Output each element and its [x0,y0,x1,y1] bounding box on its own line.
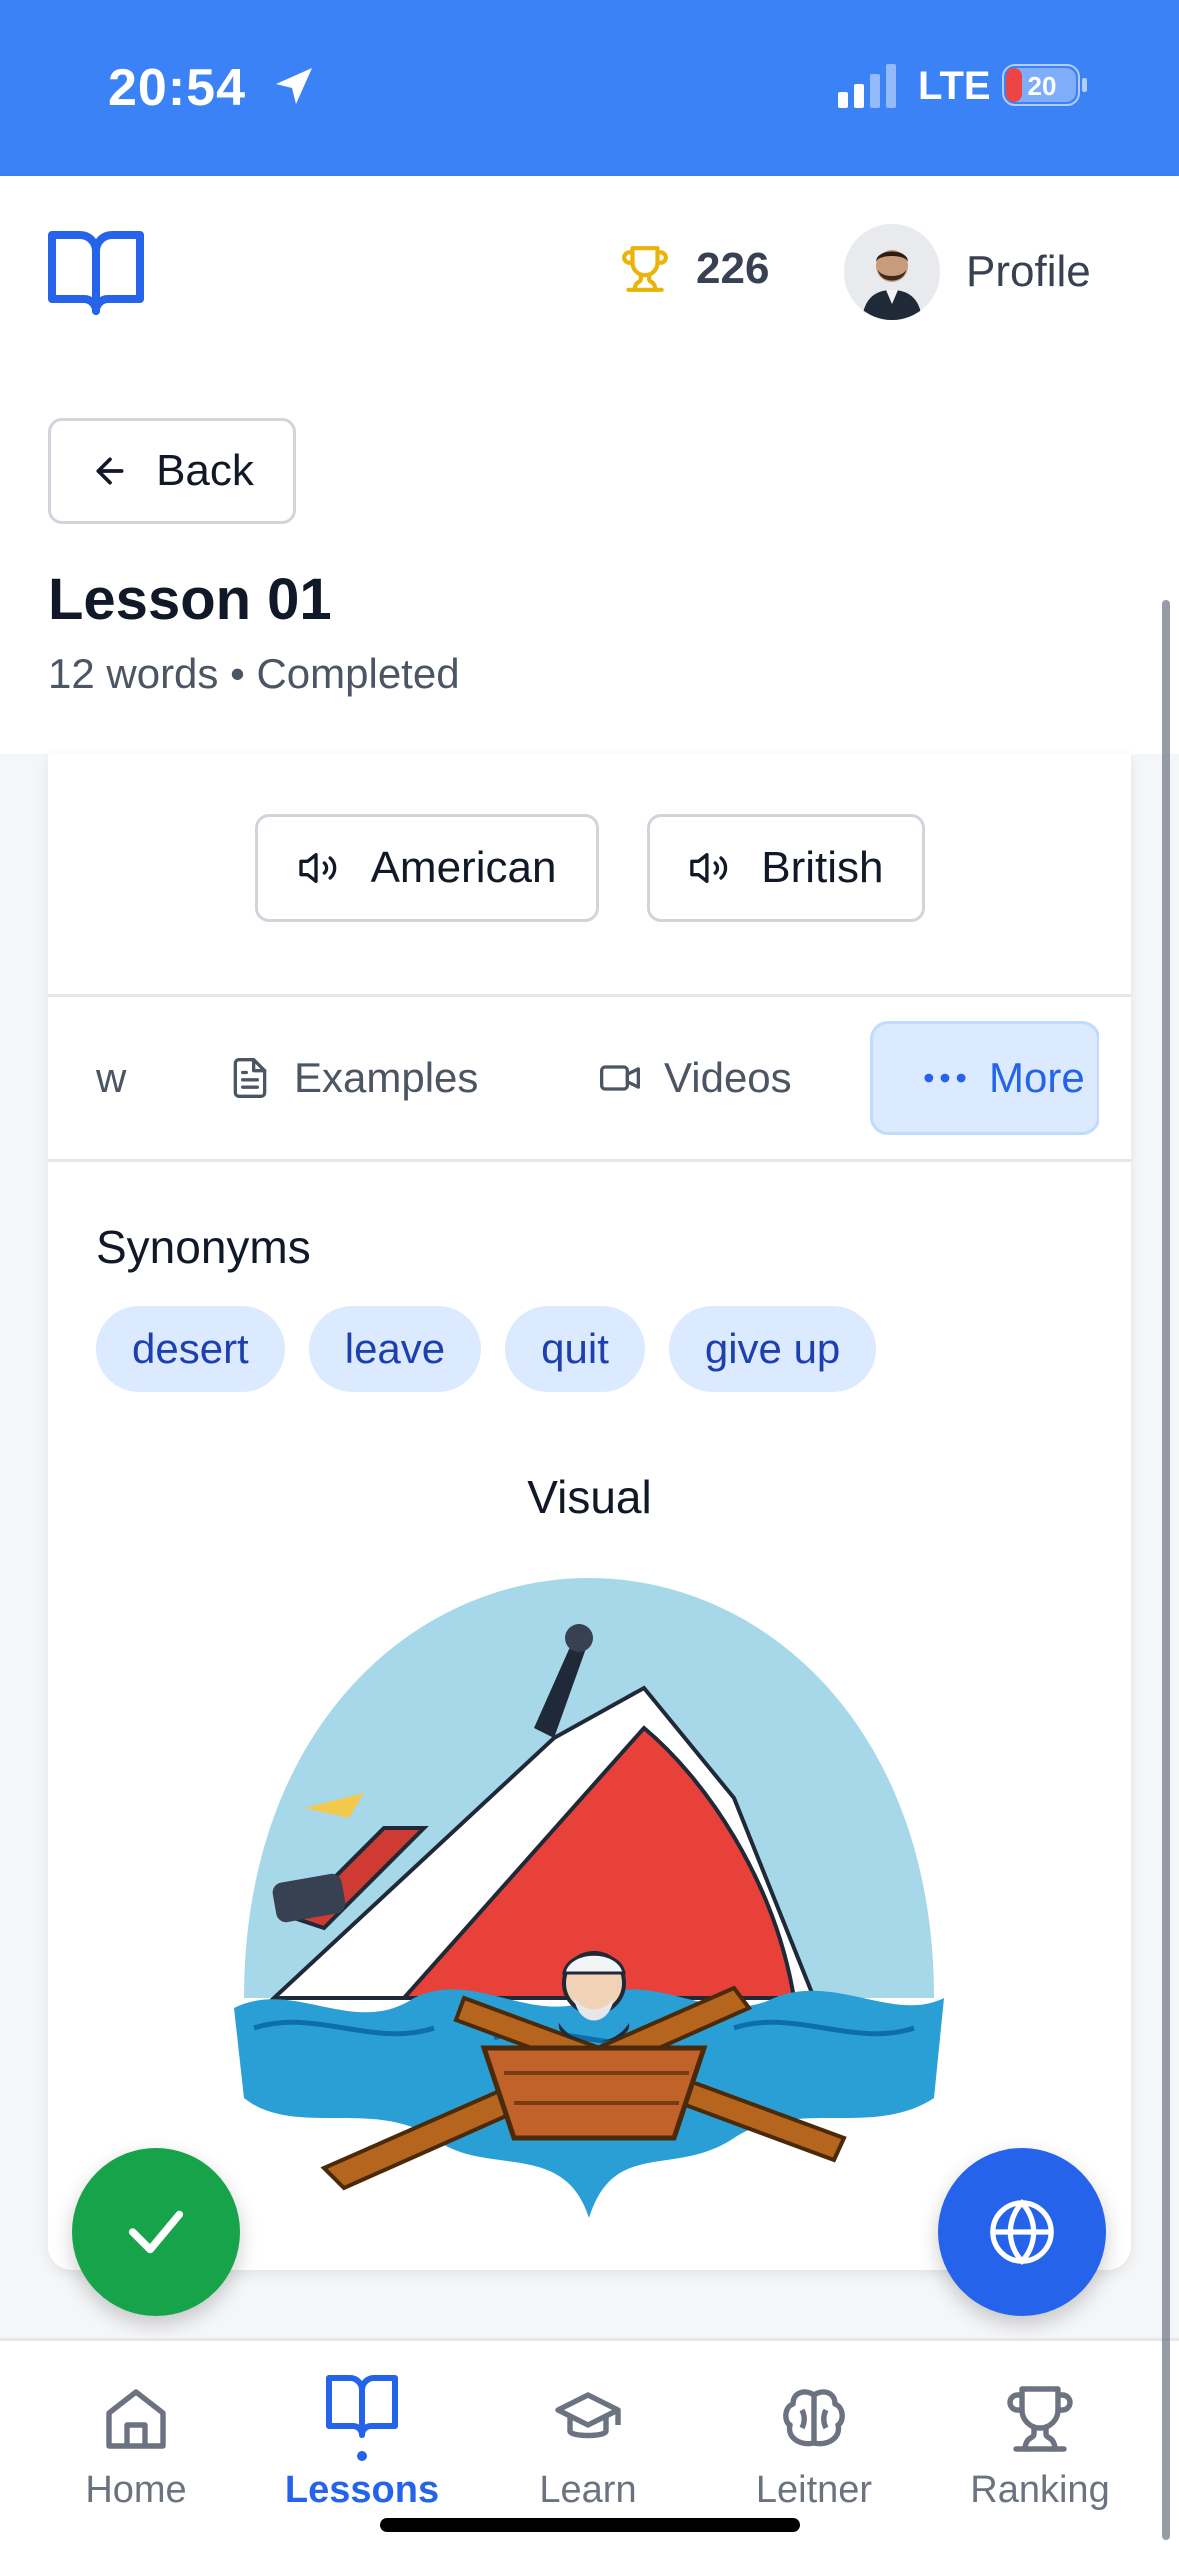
synonym-chip[interactable]: desert [96,1306,285,1392]
home-indicator[interactable] [380,2518,800,2532]
tab-videos-label: Videos [664,1054,792,1101]
tab-more[interactable]: More [870,1021,1100,1135]
nav-ranking[interactable]: Ranking [940,2383,1140,2512]
avatar-image [844,224,940,320]
british-audio-button[interactable]: British [646,814,925,922]
british-label: British [761,843,884,892]
word-card: American British w Examples Videos More [48,754,1131,2270]
synonyms-title: Synonyms [96,1221,311,1273]
mark-complete-button[interactable] [72,2148,240,2316]
trophy-icon [622,246,668,292]
score-value: 226 [696,244,770,293]
nav-home-label: Home [85,2469,187,2511]
speaker-icon [298,853,336,883]
more-dots-icon [924,1073,966,1083]
back-label: Back [156,446,254,495]
tab-examples-label: Examples [294,1054,479,1101]
tab-videos[interactable]: Videos [598,997,792,1159]
american-audio-button[interactable]: American [254,814,599,922]
language-button[interactable] [938,2148,1106,2316]
nav-lessons-label: Lessons [284,2469,440,2511]
american-label: American [370,843,557,892]
synonym-chip[interactable]: quit [505,1306,645,1392]
profile-button[interactable]: Profile [844,224,1091,320]
profile-label: Profile [966,247,1091,296]
home-icon [106,2389,166,2449]
tab-examples[interactable]: Examples [228,997,478,1159]
lesson-header: Back Lesson 01 12 words • Completed [0,368,1179,754]
battery-level: 20 [1028,71,1057,101]
tab-partial[interactable]: w [96,997,126,1159]
active-indicator [357,2451,367,2461]
pronunciation-row: American British [48,814,1131,922]
check-icon [128,2210,184,2254]
app-header: 226 Profile [0,176,1179,368]
network-type: LTE [918,64,991,108]
graduation-cap-icon [555,2392,621,2439]
page-title: Lesson 01 [48,567,332,632]
tab-partial-label: w [96,1054,127,1101]
visual-title: Visual [527,1471,652,1523]
status-bar: 20:54 LTE 20 [0,0,1179,176]
lesson-meta: 12 words • Completed [48,650,460,697]
score-display: 226 [620,242,769,296]
nav-lessons[interactable]: Lessons [262,2369,462,2512]
nav-learn-label: Learn [539,2469,637,2511]
status-time: 20:54 [108,59,246,117]
synonym-chip[interactable]: leave [308,1306,482,1392]
nav-leitner[interactable]: Leitner [714,2383,914,2512]
nav-leitner-label: Leitner [755,2469,873,2511]
nav-learn[interactable]: Learn [488,2383,688,2512]
synonym-chip[interactable]: give up [668,1306,877,1392]
battery-icon: 20 [1002,64,1087,106]
nav-home[interactable]: Home [36,2383,236,2512]
detail-tabs: w Examples Videos More [48,994,1131,1162]
document-icon [233,1058,267,1098]
globe-icon [990,2198,1054,2266]
trophy-icon [1007,2386,1073,2452]
synonyms-list: desert leave quit give up [96,1306,877,1392]
location-arrow-icon [276,68,312,104]
speaker-icon [689,853,727,883]
tabs-fade [1099,997,1131,1159]
book-logo-icon[interactable] [48,226,144,316]
app-screen: 20:54 LTE 20 226 Profile Back Lesson 01 … [0,0,1179,2556]
tab-more-label: More [989,1054,1085,1101]
back-button[interactable]: Back [48,418,296,524]
video-icon [600,1065,640,1091]
scrollbar[interactable] [1162,600,1170,2540]
avatar[interactable] [844,224,940,320]
sinking-ship-illustration [234,1578,944,2218]
arrow-left-icon [96,457,124,485]
brain-icon [783,2389,845,2447]
nav-ranking-label: Ranking [970,2469,1110,2511]
book-icon [326,2375,398,2438]
signal-icon [838,64,896,108]
